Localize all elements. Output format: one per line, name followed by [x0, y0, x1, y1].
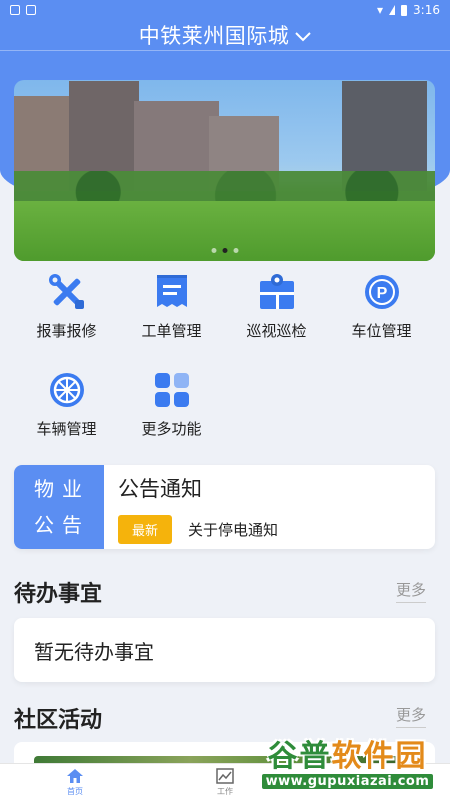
activity-section-title: 社区活动 [14, 708, 103, 733]
inspection-icon [257, 272, 297, 312]
vehicle-wheel-icon [47, 370, 87, 410]
wifi-icon: ▾ [377, 3, 384, 17]
function-label: 车位管理 [351, 322, 412, 340]
carousel-indicators[interactable] [211, 248, 238, 253]
carousel-dot[interactable] [233, 248, 238, 253]
todo-section-title: 待办事宜 [14, 582, 103, 607]
parking-icon: P [362, 272, 402, 312]
signal-icon [389, 5, 396, 15]
watermark-logo-text: 谷普软件园 [267, 738, 428, 774]
function-label: 巡视巡检 [246, 322, 307, 340]
notification-a-icon [26, 5, 36, 15]
svg-text:P: P [376, 285, 387, 302]
status-bar: ▾ 3:16 [0, 0, 450, 20]
announcement-tag-line1: 物业 [34, 477, 90, 501]
function-more[interactable]: 更多功能 [119, 370, 224, 450]
function-label: 车辆管理 [36, 420, 97, 438]
watermark-suffix: 软件园 [331, 738, 428, 774]
page-title: 中铁莱州国际城 [138, 24, 290, 48]
workorder-icon [152, 272, 192, 312]
new-badge: 最新 [118, 515, 173, 544]
function-label: 报事报修 [36, 322, 97, 340]
chart-icon [216, 767, 234, 784]
announcement-tag-line2: 公告 [34, 513, 90, 537]
function-label: 更多功能 [141, 420, 202, 438]
carousel-dot[interactable] [211, 248, 216, 253]
home-icon [67, 768, 83, 783]
more-grid-icon [152, 370, 192, 410]
announcement-tag: 物业 公告 [14, 465, 104, 549]
announcement-text: 关于停电通知 [188, 521, 279, 539]
banner-carousel[interactable] [14, 80, 435, 261]
todo-more-link[interactable]: 更多 [395, 579, 426, 603]
function-report-repair[interactable]: 报事报修 [14, 272, 119, 352]
function-inspection[interactable]: 巡视巡检 [224, 272, 329, 352]
carousel-dot-active[interactable] [222, 248, 227, 253]
watermark: 谷普软件园 www.gupuxiazai.com [245, 728, 450, 800]
community-selector[interactable]: 中铁莱州国际城 [0, 20, 450, 50]
watermark-prefix: 谷普 [267, 738, 332, 774]
function-parking[interactable]: P 车位管理 [329, 272, 434, 352]
todo-card: 暂无待办事宜 [14, 618, 435, 682]
nav-home-label: 首页 [67, 786, 83, 796]
function-vehicle[interactable]: 车辆管理 [14, 370, 119, 450]
nav-work-label: 工作 [217, 786, 233, 796]
notification-icon [10, 5, 20, 15]
function-work-order[interactable]: 工单管理 [119, 272, 224, 352]
announcement-content: 公告通知 最新 关于停电通知 [104, 465, 435, 549]
function-label: 工单管理 [141, 322, 202, 340]
nav-home[interactable]: 首页 [0, 764, 150, 800]
status-notification-icons [10, 5, 36, 15]
status-time: 3:16 [413, 3, 440, 17]
announcement-card[interactable]: 物业 公告 公告通知 最新 关于停电通知 [14, 465, 435, 549]
status-system-icons: ▾ 3:16 [377, 3, 440, 17]
chevron-down-icon [295, 27, 311, 46]
watermark-url: www.gupuxiazai.com [261, 773, 434, 789]
battery-icon [401, 4, 408, 16]
announcement-item[interactable]: 最新 关于停电通知 [118, 515, 421, 544]
header-divider [0, 50, 450, 51]
activity-more-link[interactable]: 更多 [395, 704, 426, 728]
tools-icon [47, 272, 87, 312]
todo-empty-text: 暂无待办事宜 [34, 639, 154, 664]
announcement-title: 公告通知 [118, 477, 202, 501]
